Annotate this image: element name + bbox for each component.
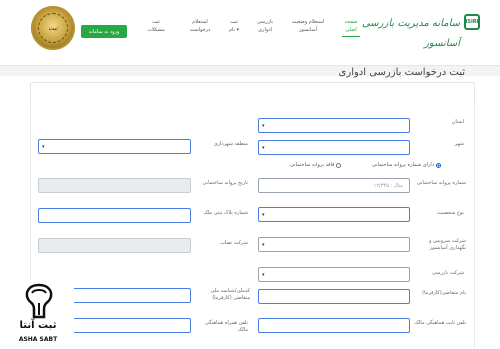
watermark-text-fa: ثبت آنتا xyxy=(19,320,57,331)
applicant-name-label: نام متقاضی(کارفرما) xyxy=(422,290,466,296)
nav-label-line2: نام ▾ xyxy=(228,27,240,33)
radio-has-permit[interactable]: دارای شماره پروانه ساختمانی xyxy=(372,162,442,169)
owner-mobile-label: تلفن همراه هماهنگی مالک xyxy=(205,320,248,333)
service-company-select[interactable]: ▾ xyxy=(258,237,410,252)
key-icon xyxy=(25,283,53,319)
radio-no-permit[interactable]: فاقد پروانه ساختمانی xyxy=(290,162,342,169)
nav-label-line1: بازرسی xyxy=(256,19,274,25)
nav-item-report-issues[interactable]: ثبت مشکلات xyxy=(143,18,169,34)
chevron-down-icon: ▾ xyxy=(262,123,265,129)
chevron-down-icon: ▾ xyxy=(42,144,45,150)
radio-has-permit-label: دارای شماره پروانه ساختمانی xyxy=(372,162,435,168)
nav-label-line1: صفحه xyxy=(344,19,358,25)
page-title: ثبت درخواست بازرسی ادواری xyxy=(338,67,465,78)
nav-label-line2: مشکلات xyxy=(147,27,165,33)
nav-item-periodic-inspection[interactable]: بازرسی ادواری xyxy=(254,18,276,34)
nav-label-line2: درخواست xyxy=(189,27,211,33)
nav-label-line1: ثبت xyxy=(230,19,238,25)
nav-label-line1: استعلام xyxy=(192,19,208,25)
nav-item-register[interactable]: ثبت نام ▾ xyxy=(224,18,244,34)
applicant-name-input[interactable] xyxy=(258,289,410,304)
nav-label-line2: آسانسور xyxy=(299,27,317,33)
service-company-label: شرکت سرویس و نگهداری آسانسور xyxy=(429,238,466,251)
owner-phone-input[interactable] xyxy=(258,318,410,333)
radio-empty-icon xyxy=(336,163,342,168)
province-select[interactable]: ▾ xyxy=(258,118,410,133)
title-card xyxy=(30,82,475,110)
watermark-text-en: ASHA SABT xyxy=(18,336,58,343)
brand-logo-icon: ISIRI xyxy=(464,14,480,30)
permit-number-label: شماره پروانه ساختمانی xyxy=(416,180,466,186)
owner-phone-label: تلفن ثابت هماهنگی مالک xyxy=(414,320,466,326)
nav-item-request-inquiry[interactable]: استعلام درخواست xyxy=(185,18,215,34)
inspection-company-select[interactable]: ▾ xyxy=(258,267,410,282)
watermark: ثبت آنتا ASHA SABT xyxy=(2,280,74,349)
chevron-down-icon: ▾ xyxy=(262,212,265,218)
login-button[interactable]: ورود به سامانه xyxy=(81,25,127,38)
municipal-zone-label: منطقه شهرداری xyxy=(213,141,248,147)
permit-date-label: تاریخ پروانه ساختمانی xyxy=(202,180,248,186)
plate-number-label: شماره پلاک ثبتی ملک xyxy=(203,210,248,216)
plate-number-input[interactable] xyxy=(38,208,191,223)
chevron-down-icon: ▾ xyxy=(262,145,265,151)
site-header: ثبت ورود به سامانه ثبت مشکلات استعلام در… xyxy=(0,0,500,66)
radio-no-permit-label: فاقد پروانه ساختمانی xyxy=(290,162,335,168)
seal-inner-text: ثبت xyxy=(38,13,68,43)
entity-type-label: نوع شخصیت xyxy=(437,210,464,216)
installer-company-input[interactable] xyxy=(38,238,191,253)
city-select[interactable]: ▾ xyxy=(258,140,410,155)
chevron-down-icon: ▾ xyxy=(262,242,265,248)
nav-label-line1: ثبت xyxy=(152,19,160,25)
inspection-company-label: شرکت بازرسی xyxy=(432,270,464,276)
installer-company-label: شرکت نصاب xyxy=(220,240,248,246)
permit-number-placeholder: مثال : ۱۲/۳۴۵ xyxy=(373,183,403,189)
permit-number-input[interactable]: مثال : ۱۲/۳۴۵ xyxy=(258,178,410,193)
gold-seal-logo: ثبت xyxy=(31,6,75,50)
nav-item-home[interactable]: صفحه اصلی xyxy=(342,18,360,37)
nav-label-line1: استعلام وضعیت xyxy=(291,19,325,25)
nav-label-line2: اصلی xyxy=(345,27,357,33)
chevron-down-icon: ▾ xyxy=(262,272,265,278)
brand-title: سامانه مدیریت بازرسی آسانسور xyxy=(361,18,460,49)
nav-label-line2: ادواری xyxy=(258,27,272,33)
city-label: شهر xyxy=(454,141,464,147)
nav-item-elevator-status[interactable]: استعلام وضعیت آسانسور xyxy=(286,18,330,34)
province-label: استان xyxy=(451,119,464,125)
municipal-zone-select[interactable]: ▾ xyxy=(38,139,191,154)
radio-selected-icon xyxy=(436,163,442,168)
applicant-id-label: کدملی/شناسه ملی متقاضی (کارفرما) xyxy=(210,288,250,301)
permit-date-input[interactable] xyxy=(38,178,191,193)
entity-type-select[interactable]: ▾ xyxy=(258,207,410,222)
